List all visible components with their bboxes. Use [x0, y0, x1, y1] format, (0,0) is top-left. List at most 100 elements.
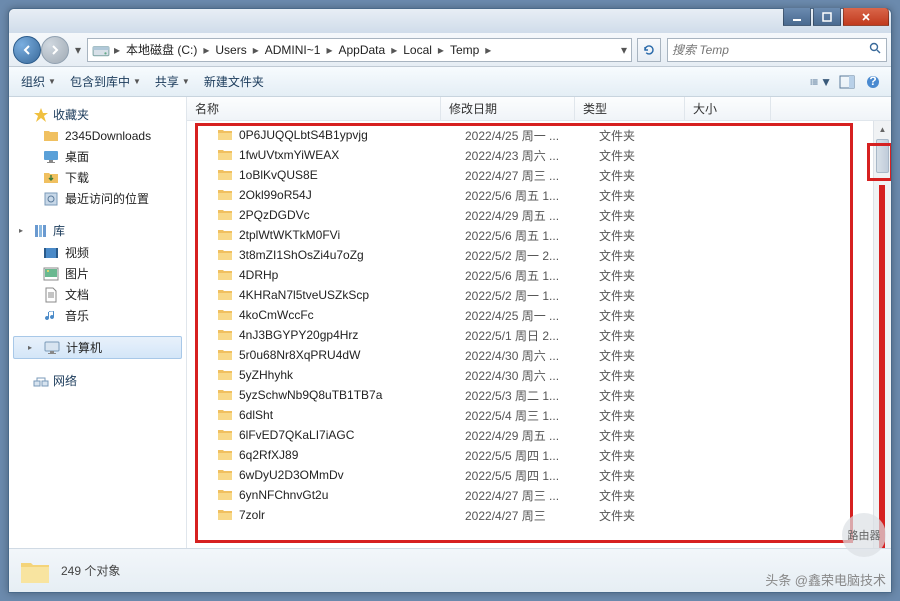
file-row[interactable]: 5yzSchwNb9Q8uTB1TB7a2022/5/3 周二 1...文件夹 [195, 385, 883, 405]
document-icon [43, 287, 59, 303]
scroll-up-button[interactable]: ▲ [874, 121, 891, 137]
file-row[interactable]: 7zolr2022/4/27 周三文件夹 [195, 505, 883, 525]
file-row[interactable]: 2PQzDGDVc2022/4/29 周五 ...文件夹 [195, 205, 883, 225]
refresh-button[interactable] [637, 38, 661, 62]
file-date: 2022/5/5 周四 1... [465, 467, 599, 484]
file-row[interactable]: 4nJ3BGYPY20gp4Hrz2022/5/1 周日 2...文件夹 [195, 325, 883, 345]
search-icon [869, 42, 882, 58]
statusbar: 249 个对象 [9, 548, 891, 592]
file-date: 2022/4/27 周三 ... [465, 167, 599, 184]
file-row[interactable]: 6ynNFChnvGt2u2022/4/27 周三 ...文件夹 [195, 485, 883, 505]
file-date: 2022/4/25 周一 ... [465, 307, 599, 324]
col-date[interactable]: 修改日期 [441, 97, 575, 120]
nav-forward-button[interactable] [41, 36, 69, 64]
folder-icon [217, 447, 233, 463]
file-row[interactable]: 5r0u68Nr8XqPRU4dW2022/4/30 周六 ...文件夹 [195, 345, 883, 365]
sidebar-item-pictures[interactable]: 图片 [9, 263, 186, 284]
file-row[interactable]: 5yZHhyhk2022/4/30 周六 ...文件夹 [195, 365, 883, 385]
file-row[interactable]: 6wDyU2D3OMmDv2022/5/5 周四 1...文件夹 [195, 465, 883, 485]
sidebar: 收藏夹 2345Downloads 桌面 下载 最近访问的位置 ▸库 视频 图片… [9, 97, 187, 548]
file-row[interactable]: 4koCmWccFc2022/4/25 周一 ...文件夹 [195, 305, 883, 325]
maximize-button[interactable] [813, 8, 841, 26]
column-headers: 名称 修改日期 类型 大小 [187, 97, 891, 121]
favorites-header[interactable]: 收藏夹 [9, 103, 186, 126]
sidebar-item-recent[interactable]: 最近访问的位置 [9, 188, 186, 209]
file-row[interactable]: 0P6JUQQLbtS4B1ypvjg2022/4/25 周一 ...文件夹 [195, 125, 883, 145]
sidebar-item-videos[interactable]: 视频 [9, 242, 186, 263]
new-folder-button[interactable]: 新建文件夹 [198, 70, 270, 93]
file-type: 文件夹 [599, 267, 699, 284]
organize-label: 组织 [21, 73, 45, 90]
status-count: 249 个对象 [61, 562, 120, 579]
main-pane: 名称 修改日期 类型 大小 0P6JUQQLbtS4B1ypvjg2022/4/… [187, 97, 891, 548]
file-row[interactable]: 6q2RfXJ892022/5/5 周四 1...文件夹 [195, 445, 883, 465]
include-label: 包含到库中 [70, 73, 130, 90]
annotation-arrow [879, 185, 885, 548]
organize-menu[interactable]: 组织 ▼ [15, 70, 62, 93]
preview-pane-button[interactable] [835, 71, 859, 93]
file-row[interactable]: 6lFvED7QKaLI7iAGC2022/4/29 周五 ...文件夹 [195, 425, 883, 445]
breadcrumb-part[interactable]: AppData [334, 39, 389, 61]
sidebar-item-network[interactable]: 网络 [9, 369, 186, 392]
sidebar-item-label: 文档 [65, 286, 89, 303]
file-date: 2022/4/30 周六 ... [465, 367, 599, 384]
breadcrumb-part[interactable]: Users [211, 39, 250, 61]
file-date: 2022/4/25 周一 ... [465, 127, 599, 144]
file-row[interactable]: 2Okl99oR54J2022/5/6 周五 1...文件夹 [195, 185, 883, 205]
sidebar-item-desktop[interactable]: 桌面 [9, 146, 186, 167]
folder-icon [217, 227, 233, 243]
sidebar-item-downloads[interactable]: 2345Downloads [9, 126, 186, 146]
file-row[interactable]: 2tplWtWKTkM0FVi2022/5/6 周五 1...文件夹 [195, 225, 883, 245]
help-button[interactable]: ? [861, 71, 885, 93]
file-date: 2022/4/27 周三 [465, 507, 599, 524]
folder-icon [217, 427, 233, 443]
col-name[interactable]: 名称 [187, 97, 441, 120]
sidebar-item-documents[interactable]: 文档 [9, 284, 186, 305]
sidebar-item-down[interactable]: 下载 [9, 167, 186, 188]
file-row[interactable]: 1oBlKvQUS8E2022/4/27 周三 ...文件夹 [195, 165, 883, 185]
file-date: 2022/4/23 周六 ... [465, 147, 599, 164]
libraries-header[interactable]: ▸库 [9, 219, 186, 242]
toolbar: 组织 ▼ 包含到库中 ▼ 共享 ▼ 新建文件夹 ▼ ? [9, 67, 891, 97]
titlebar[interactable] [9, 9, 891, 33]
share-menu[interactable]: 共享 ▼ [149, 70, 196, 93]
breadcrumb[interactable]: ▸ 本地磁盘 (C:)▸ Users▸ ADMINI~1▸ AppData▸ L… [87, 38, 632, 62]
file-date: 2022/5/2 周一 2... [465, 247, 599, 264]
nav-back-button[interactable] [13, 36, 41, 64]
breadcrumb-dropdown-icon[interactable]: ▾ [619, 43, 629, 57]
file-type: 文件夹 [599, 407, 699, 424]
file-name: 7zolr [239, 508, 465, 522]
sidebar-item-music[interactable]: 音乐 [9, 305, 186, 326]
sidebar-item-computer[interactable]: ▸计算机 [13, 336, 182, 359]
download-icon [43, 170, 59, 186]
minimize-button[interactable] [783, 8, 811, 26]
sidebar-item-label: 图片 [65, 265, 89, 282]
col-type[interactable]: 类型 [575, 97, 685, 120]
include-menu[interactable]: 包含到库中 ▼ [64, 70, 147, 93]
music-icon [43, 308, 59, 324]
breadcrumb-part[interactable]: ADMINI~1 [261, 39, 325, 61]
breadcrumb-part[interactable]: Local [399, 39, 436, 61]
file-row[interactable]: 3t8mZI1ShOsZi4u7oZg2022/5/2 周一 2...文件夹 [195, 245, 883, 265]
file-row[interactable]: 1fwUVtxmYiWEAX2022/4/23 周六 ...文件夹 [195, 145, 883, 165]
breadcrumb-part[interactable]: Temp [446, 39, 483, 61]
sidebar-item-label: 网络 [53, 372, 77, 389]
search-input[interactable] [672, 43, 869, 57]
search-box[interactable] [667, 38, 887, 62]
close-button[interactable] [843, 8, 889, 26]
breadcrumb-part[interactable]: 本地磁盘 (C:) [122, 39, 201, 61]
file-name: 6q2RfXJ89 [239, 448, 465, 462]
file-date: 2022/5/6 周五 1... [465, 267, 599, 284]
computer-icon [44, 340, 60, 356]
file-row[interactable]: 6dlSht2022/5/4 周三 1...文件夹 [195, 405, 883, 425]
file-row[interactable]: 4KHRaN7l5tveUSZkScp2022/5/2 周一 1...文件夹 [195, 285, 883, 305]
favorites-label: 收藏夹 [53, 106, 89, 123]
file-row[interactable]: 4DRHp2022/5/6 周五 1...文件夹 [195, 265, 883, 285]
col-size[interactable]: 大小 [685, 97, 771, 120]
picture-icon [43, 266, 59, 282]
libraries-label: 库 [53, 222, 65, 239]
file-area[interactable]: 0P6JUQQLbtS4B1ypvjg2022/4/25 周一 ...文件夹1f… [187, 121, 891, 548]
file-date: 2022/5/4 周三 1... [465, 407, 599, 424]
nav-history-dropdown[interactable]: ▾ [71, 36, 85, 64]
view-menu[interactable]: ▼ [809, 71, 833, 93]
